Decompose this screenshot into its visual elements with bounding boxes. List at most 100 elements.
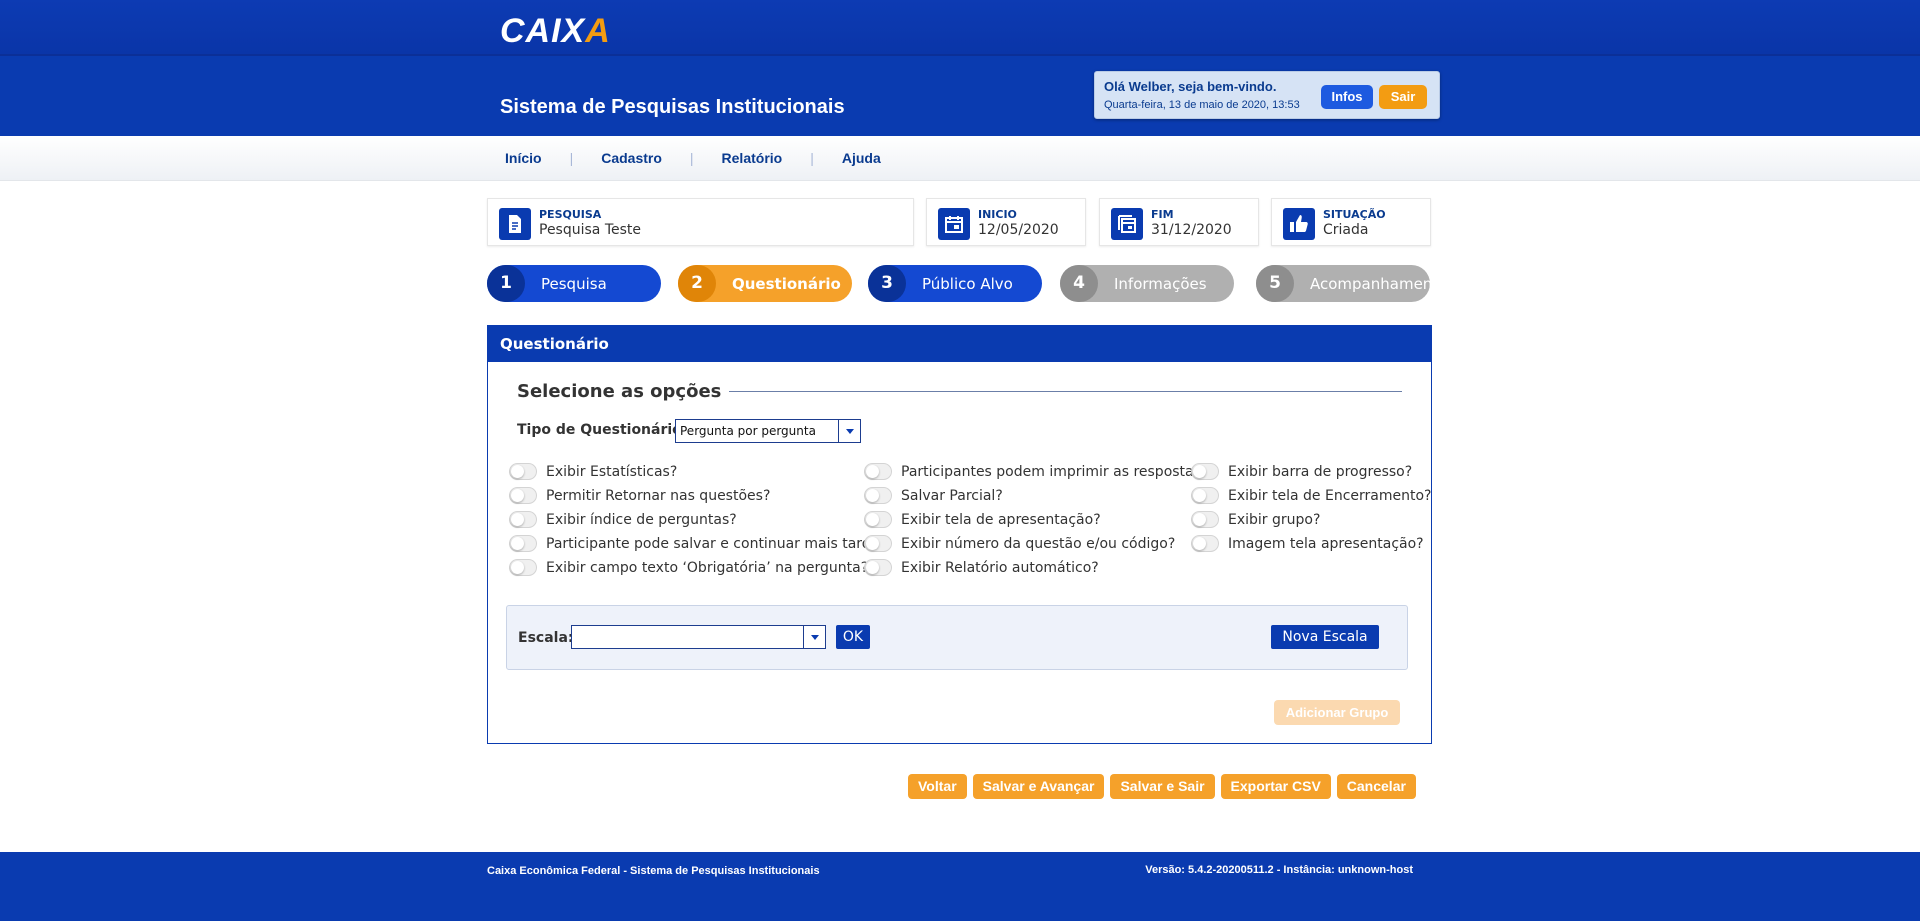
option-salvar-parcial: Salvar Parcial?: [864, 487, 1003, 504]
card-label: PESQUISA: [539, 208, 602, 221]
toggle-switch[interactable]: [1191, 463, 1219, 480]
toggle-switch[interactable]: [509, 559, 537, 576]
salvar-avancar-button[interactable]: Salvar e Avançar: [972, 774, 1105, 799]
questionario-panel: Questionário Selecione as opções Tipo de…: [487, 325, 1432, 744]
toggle-switch[interactable]: [864, 463, 892, 480]
card-value: 12/05/2020: [978, 222, 1059, 238]
menu-separator: |: [810, 150, 814, 166]
title-bar: Sistema de Pesquisas Institucionais Olá …: [0, 56, 1920, 136]
panel-title: Questionário: [488, 326, 1431, 362]
tipo-questionario-label: Tipo de Questionário:: [517, 422, 688, 438]
menu-item-inicio[interactable]: Início: [505, 150, 542, 166]
option-label: Imagem tela apresentação?: [1228, 535, 1424, 552]
top-bar: CAIXA: [0, 0, 1920, 56]
step-number: 2: [678, 265, 716, 302]
chevron-down-icon[interactable]: [803, 626, 825, 648]
calendar-icon: [938, 208, 970, 240]
step-label: Público Alvo: [922, 275, 1013, 293]
option-exibir-indice: Exibir índice de perguntas?: [509, 511, 737, 528]
step-number: 4: [1060, 265, 1098, 302]
card-value: Pesquisa Teste: [539, 222, 642, 238]
action-buttons: Voltar Salvar e Avançar Salvar e Sair Ex…: [908, 774, 1422, 799]
step-label: Pesquisa: [541, 275, 607, 293]
step-publico-alvo[interactable]: 3 Público Alvo: [868, 265, 1042, 302]
card-value: 31/12/2020: [1151, 222, 1232, 238]
option-exibir-grupo: Exibir grupo?: [1191, 511, 1320, 528]
footer-version: Versão: 5.4.2-20200511.2 - Instância: un…: [1145, 864, 1413, 876]
card-label: FIM: [1151, 208, 1174, 221]
option-salvar-continuar: Participante pode salvar e continuar mai…: [509, 535, 887, 552]
menu-item-relatorio[interactable]: Relatório: [722, 150, 783, 166]
toggle-switch[interactable]: [864, 487, 892, 504]
toggle-switch[interactable]: [509, 487, 537, 504]
exportar-csv-button[interactable]: Exportar CSV: [1220, 774, 1331, 799]
option-imprimir-respostas: Participantes podem imprimir as resposta…: [864, 463, 1208, 480]
escala-box: Escala: OK Nova Escala: [506, 605, 1408, 670]
menu-item-cadastro[interactable]: Cadastro: [601, 150, 662, 166]
menu-bar: Início | Cadastro | Relatório | Ajuda: [0, 136, 1920, 181]
option-label: Exibir índice de perguntas?: [546, 511, 737, 528]
menu-item-ajuda[interactable]: Ajuda: [842, 150, 881, 166]
step-label: Acompanhamento: [1310, 275, 1448, 293]
option-label: Permitir Retornar nas questões?: [546, 487, 771, 504]
step-questionario[interactable]: 2 Questionário: [678, 265, 852, 302]
cancelar-button[interactable]: Cancelar: [1336, 774, 1416, 799]
welcome-greeting: Olá Welber, seja bem-vindo.: [1104, 79, 1277, 94]
option-tela-encerramento: Exibir tela de Encerramento?: [1191, 487, 1431, 504]
menu-separator: |: [689, 150, 694, 166]
calendar-range-icon: [1111, 208, 1143, 240]
tipo-questionario-select[interactable]: Pergunta por pergunta: [675, 419, 861, 443]
option-label: Exibir grupo?: [1228, 511, 1321, 528]
salvar-sair-button[interactable]: Salvar e Sair: [1110, 774, 1215, 799]
ok-button[interactable]: OK: [836, 625, 870, 649]
toggle-switch[interactable]: [509, 511, 537, 528]
option-label: Exibir número da questão e/ou código?: [901, 535, 1176, 552]
option-label: Participantes podem imprimir as resposta…: [901, 463, 1209, 480]
option-tela-apresentacao: Exibir tela de apresentação?: [864, 511, 1101, 528]
main-menu: Início | Cadastro | Relatório | Ajuda: [505, 150, 881, 166]
toggle-switch[interactable]: [1191, 535, 1219, 552]
step-acompanhamento: 5 Acompanhamento: [1256, 265, 1447, 302]
welcome-box: Olá Welber, seja bem-vindo. Quarta-feira…: [1094, 71, 1440, 119]
toggle-switch[interactable]: [864, 559, 892, 576]
option-barra-progresso: Exibir barra de progresso?: [1191, 463, 1412, 480]
escala-select[interactable]: [571, 625, 826, 649]
option-relatorio-automatico: Exibir Relatório automático?: [864, 559, 1099, 576]
thumbs-up-icon: [1283, 208, 1315, 240]
nova-escala-button[interactable]: Nova Escala: [1271, 625, 1379, 649]
voltar-button[interactable]: Voltar: [908, 774, 967, 799]
step-label: Informações: [1114, 275, 1207, 293]
toggle-switch[interactable]: [864, 535, 892, 552]
option-label: Exibir tela de apresentação?: [901, 511, 1101, 528]
option-campo-obrigatoria: Exibir campo texto ‘Obrigatória’ na perg…: [509, 559, 868, 576]
toggle-switch[interactable]: [1191, 511, 1219, 528]
footer: Caixa Econômica Federal - Sistema de Pes…: [0, 852, 1920, 921]
option-exibir-estatisticas: Exibir Estatísticas?: [509, 463, 677, 480]
card-fim: FIM 31/12/2020: [1099, 198, 1259, 246]
toggle-switch[interactable]: [1191, 487, 1219, 504]
card-inicio: INICIO 12/05/2020: [926, 198, 1086, 246]
system-title: Sistema de Pesquisas Institucionais: [500, 96, 845, 118]
option-numero-questao: Exibir número da questão e/ou código?: [864, 535, 1175, 552]
toggle-switch[interactable]: [509, 463, 537, 480]
caixa-logo[interactable]: CAIXA: [500, 12, 611, 51]
chevron-down-icon[interactable]: [838, 420, 860, 442]
option-label: Exibir barra de progresso?: [1228, 463, 1413, 480]
option-permitir-retornar: Permitir Retornar nas questões?: [509, 487, 770, 504]
toggle-switch[interactable]: [509, 535, 537, 552]
escala-label: Escala:: [518, 630, 574, 646]
step-number: 3: [868, 265, 906, 302]
step-number: 5: [1256, 265, 1294, 302]
tipo-questionario-value: Pergunta por pergunta: [680, 424, 816, 438]
option-label: Salvar Parcial?: [901, 487, 1003, 504]
document-icon: [499, 208, 531, 240]
toggle-switch[interactable]: [864, 511, 892, 528]
option-imagem-apresentacao: Imagem tela apresentação?: [1191, 535, 1424, 552]
option-label: Exibir campo texto ‘Obrigatória’ na perg…: [546, 559, 869, 576]
card-pesquisa: PESQUISA Pesquisa Teste: [487, 198, 914, 246]
card-value: Criada: [1323, 222, 1369, 238]
section-title: Selecione as opções: [517, 381, 730, 402]
sair-button[interactable]: Sair: [1379, 85, 1427, 109]
step-pesquisa[interactable]: 1 Pesquisa: [487, 265, 661, 302]
infos-button[interactable]: Infos: [1321, 85, 1373, 109]
